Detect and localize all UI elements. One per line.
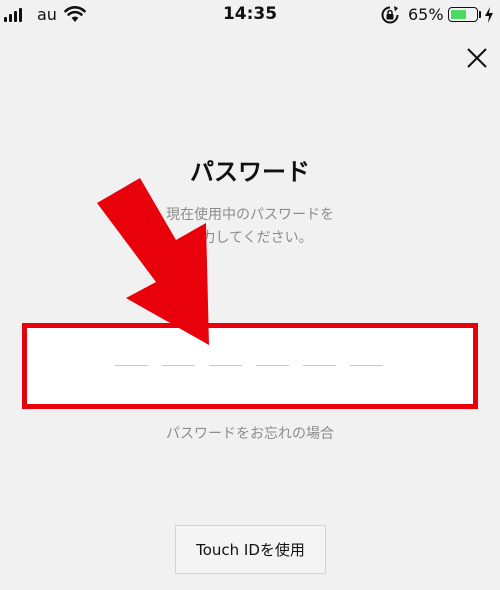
instruction-line-2: 入力してください。 (187, 230, 313, 246)
battery-level-fill (451, 10, 466, 19)
battery-percentage: 65% (408, 5, 444, 24)
instruction-text: 現在使用中のパスワードを 入力してください。 (0, 204, 500, 250)
red-arrow-annotation (97, 178, 209, 345)
rotation-lock-icon (380, 5, 400, 29)
password-digit-slot (162, 365, 195, 366)
password-digit-slot (303, 365, 336, 366)
close-icon (467, 48, 487, 68)
password-digit-slot (350, 365, 383, 366)
battery-cap (479, 11, 481, 18)
password-digit-slots[interactable] (115, 365, 383, 366)
password-screen: au 14:35 65% パスワード 現在使用中のパスワードを 入力してください… (0, 0, 500, 590)
password-input-field[interactable] (22, 323, 478, 409)
status-bar: au 14:35 65% (0, 0, 500, 30)
page-title: パスワード (190, 158, 310, 186)
password-digit-slot (115, 365, 148, 366)
battery-icon (448, 7, 478, 22)
instruction-line-1: 現在使用中のパスワードを (166, 207, 334, 223)
password-digit-slot (256, 365, 289, 366)
forgot-password-link[interactable]: パスワードをお忘れの場合 (0, 423, 500, 443)
touch-id-button[interactable]: Touch IDを使用 (175, 525, 326, 574)
close-button[interactable] (462, 43, 492, 73)
charging-bolt-icon (484, 6, 494, 28)
password-digit-slot (209, 365, 242, 366)
